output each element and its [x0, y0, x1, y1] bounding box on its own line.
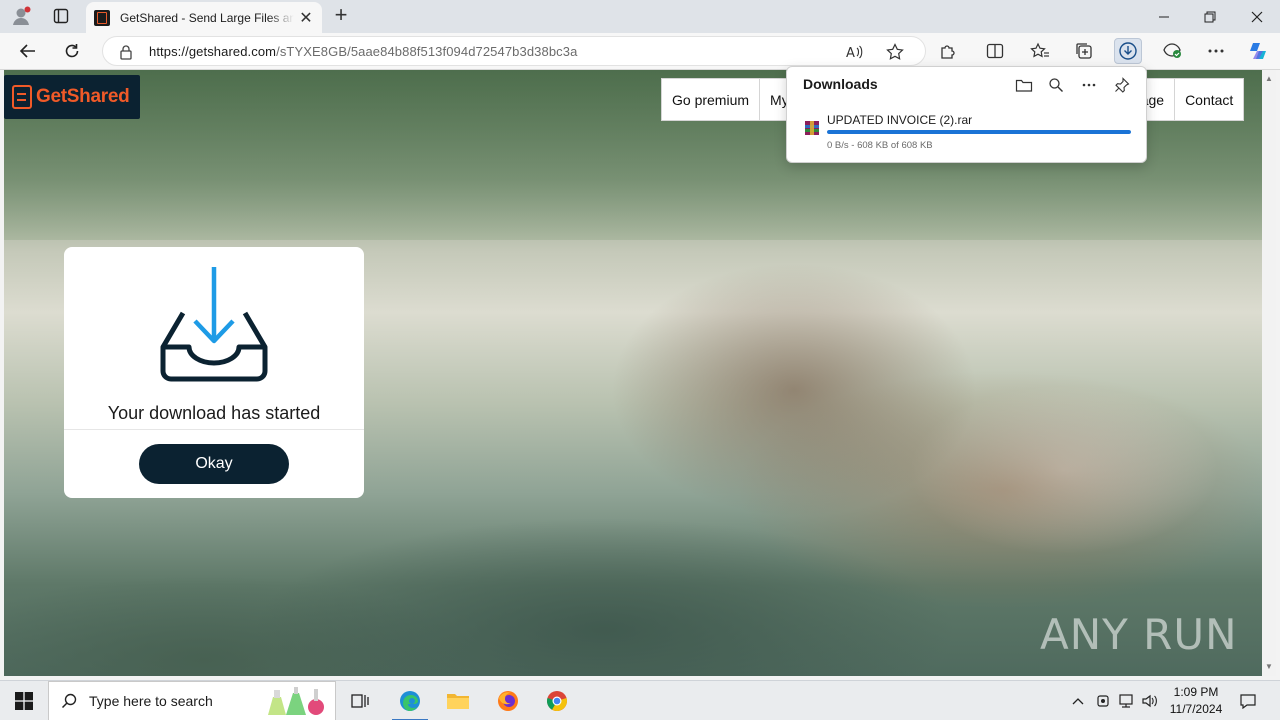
more-options-icon[interactable] [1202, 38, 1230, 64]
new-tab-button[interactable]: + [330, 4, 352, 28]
url-path: /sTYXE8GB/5aae84b88f513f094d72547b3d38bc… [276, 44, 578, 59]
dialog-divider [64, 429, 364, 430]
file-explorer-icon[interactable] [434, 681, 482, 720]
collections-icon[interactable] [1070, 38, 1098, 64]
read-aloud-icon[interactable]: A [845, 42, 865, 62]
download-file-name: UPDATED INVOICE (2).rar [827, 113, 973, 127]
download-started-message: Your download has started [107, 403, 321, 423]
show-hidden-icons[interactable] [1069, 691, 1087, 711]
clock-date: 11/7/2024 [1169, 702, 1223, 716]
start-button[interactable] [0, 681, 48, 720]
search-downloads-icon[interactable] [1045, 74, 1067, 96]
extensions-icon[interactable] [933, 38, 961, 64]
logo-icon [12, 85, 32, 109]
getshared-logo[interactable]: GetShared [4, 75, 140, 119]
favicon-icon [94, 9, 110, 26]
open-folder-icon[interactable] [1013, 74, 1035, 96]
restore-button[interactable] [1187, 0, 1233, 33]
rar-archive-icon [804, 120, 820, 136]
download-tray-icon [153, 265, 275, 390]
pin-icon[interactable] [1111, 74, 1133, 96]
tab-title: GetShared - Send Large Files and Folders [120, 10, 294, 25]
scroll-up-arrow[interactable]: ▲ [1262, 72, 1276, 86]
notifications-icon[interactable] [1237, 691, 1259, 711]
split-screen-icon[interactable] [981, 38, 1009, 64]
search-icon [61, 693, 77, 714]
device-tray-icon[interactable] [1094, 691, 1112, 711]
tab-getshared[interactable]: GetShared - Send Large Files and Folders… [86, 2, 322, 33]
lock-icon[interactable] [119, 44, 133, 65]
nav-contact[interactable]: Contact [1175, 79, 1243, 120]
logo-text: GetShared [36, 86, 130, 107]
browser-essentials-icon[interactable] [1158, 38, 1186, 64]
windows-taskbar: Type here to search 1:09 PM 11/7/2024 [0, 680, 1280, 720]
task-view-icon[interactable] [336, 681, 384, 720]
browser-toolbar: https://getshared.com/sTYXE8GB/5aae84b88… [0, 33, 1280, 70]
url-host: https://getshared.com [149, 44, 277, 59]
nav-go-premium[interactable]: Go premium [662, 79, 761, 120]
favorite-star-icon[interactable] [885, 42, 905, 62]
page-scrollbar[interactable]: ▲ ▼ [1262, 70, 1276, 676]
taskbar-clock[interactable]: 1:09 PM 11/7/2024 [1164, 684, 1228, 718]
svg-text:A: A [846, 46, 855, 60]
network-icon[interactable] [1117, 691, 1137, 711]
tab-actions-icon[interactable] [48, 4, 74, 28]
refresh-button[interactable] [57, 37, 87, 65]
taskbar-search-box[interactable]: Type here to search [48, 681, 336, 720]
downloads-button[interactable] [1114, 38, 1142, 64]
copilot-icon[interactable] [1244, 38, 1272, 64]
download-progress-fill [827, 130, 1131, 134]
address-bar[interactable]: https://getshared.com/sTYXE8GB/5aae84b88… [102, 36, 926, 66]
search-highlight-icon [265, 685, 329, 720]
download-status: 0 B/s - 608 KB of 608 KB [827, 140, 933, 151]
okay-button[interactable]: Okay [139, 444, 289, 484]
close-window-button[interactable] [1234, 0, 1280, 33]
download-started-dialog: Your download has started Okay [64, 247, 364, 498]
watermark-text: ANY RUN [1040, 610, 1238, 659]
scroll-down-arrow[interactable]: ▼ [1262, 660, 1276, 674]
search-placeholder: Type here to search [89, 693, 213, 709]
favorites-icon[interactable] [1026, 38, 1054, 64]
profile-icon[interactable] [8, 4, 34, 28]
chrome-icon[interactable] [533, 681, 581, 720]
url-text[interactable]: https://getshared.com/sTYXE8GB/5aae84b88… [149, 44, 577, 59]
title-bar: GetShared - Send Large Files and Folders… [0, 0, 1280, 33]
volume-icon[interactable] [1140, 691, 1160, 711]
downloads-panel: Downloads UPDATED INVOICE (2).rar 0 B/s … [786, 66, 1147, 163]
anyrun-watermark: ANY RUN [1040, 610, 1238, 659]
minimize-button[interactable] [1141, 0, 1187, 33]
downloads-title: Downloads [803, 76, 878, 92]
clock-time: 1:09 PM [1173, 685, 1219, 699]
downloads-more-icon[interactable] [1078, 74, 1100, 96]
back-button[interactable] [13, 37, 43, 65]
download-progress-bar [827, 130, 1131, 134]
edge-taskbar-icon[interactable] [386, 681, 434, 720]
firefox-icon[interactable] [484, 681, 532, 720]
close-tab-icon[interactable]: ✕ [298, 8, 314, 28]
